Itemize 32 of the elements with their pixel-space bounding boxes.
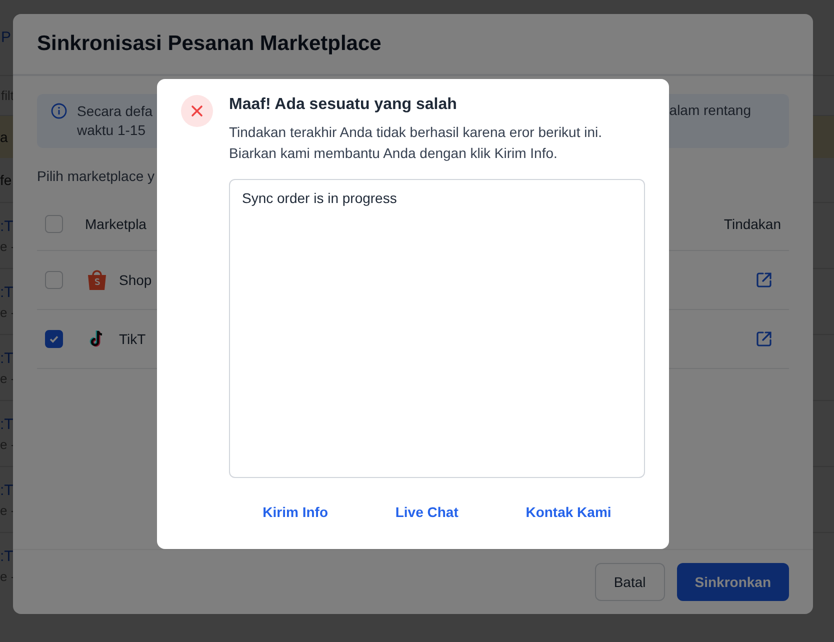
marketplace-name: Shop — [119, 272, 152, 288]
cancel-button[interactable]: Batal — [594, 563, 665, 601]
order-id[interactable]: :T — [0, 284, 14, 300]
action-link[interactable]: Live Chat — [395, 504, 458, 520]
order-id[interactable]: :T — [0, 482, 14, 498]
column-header: Marketpla — [85, 216, 146, 232]
row-checkbox[interactable] — [45, 330, 63, 348]
banner-text: waktu 1-15 — [77, 121, 146, 140]
banner-text: alam rentang — [669, 102, 751, 118]
order-id[interactable]: :T — [0, 548, 14, 564]
action-link[interactable]: Kontak Kami — [526, 504, 612, 520]
order-id[interactable]: :T — [0, 350, 14, 366]
shopping-bag-icon — [85, 268, 109, 292]
action-link[interactable]: Kirim Info — [262, 504, 328, 520]
dialog-title: Sinkronisasi Pesanan Marketplace — [37, 32, 382, 56]
error-details-text: Sync order is in progress — [242, 190, 397, 206]
sync-button[interactable]: Sinkronkan — [676, 563, 789, 601]
page-title[interactable]: P — [1, 29, 12, 46]
error-icon — [181, 95, 213, 127]
row-checkbox[interactable] — [45, 271, 63, 289]
check-icon — [48, 333, 60, 345]
column-header: Tindakan — [724, 216, 781, 232]
error-title: Maaf! Ada sesuatu yang salah — [229, 96, 458, 114]
select-all-checkbox[interactable] — [45, 215, 63, 233]
error-message: Tindakan terakhir Anda tidak berhasil karena eror berikut ini. — [229, 123, 604, 142]
order-id[interactable]: :T — [0, 416, 14, 432]
instruction-text: Pilih marketplace y — [37, 168, 156, 184]
external-link-icon[interactable] — [755, 271, 773, 289]
external-link-icon[interactable] — [755, 330, 773, 348]
marketplace-name: TikT — [119, 331, 146, 347]
order-id[interactable]: :T — [0, 218, 14, 234]
info-icon — [51, 103, 67, 119]
